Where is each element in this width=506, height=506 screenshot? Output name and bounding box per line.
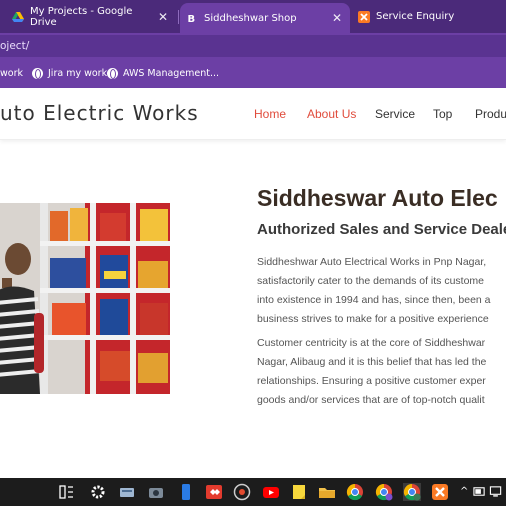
- paragraph-line: goods and/or services that are of top-no…: [257, 394, 485, 406]
- anydesk-icon[interactable]: [205, 483, 223, 501]
- file-explorer-icon[interactable]: [318, 483, 336, 501]
- xampp-icon[interactable]: [431, 483, 449, 501]
- globe-icon: [32, 68, 43, 79]
- paragraph-line: relationships. Ensuring a positive custo…: [257, 375, 486, 387]
- tab-title: Siddheshwar Shop: [204, 12, 297, 24]
- shop-owner-photo: [0, 203, 170, 394]
- about-subheading: Authorized Sales and Service Dealer o: [257, 221, 506, 238]
- tab-google-drive[interactable]: My Projects - Google Drive ✕: [0, 0, 176, 33]
- network-icon[interactable]: [489, 485, 503, 498]
- site-brand[interactable]: uto Electric Works: [0, 101, 199, 125]
- paragraph-line: Siddheshwar Auto Electrical Works in Pnp…: [257, 256, 487, 268]
- about-heading: Siddheswar Auto Elec: [257, 185, 498, 211]
- site-header: uto Electric Works Home About Us Service…: [0, 88, 506, 140]
- close-tab-icon[interactable]: ✕: [158, 10, 168, 24]
- task-view-icon[interactable]: [57, 483, 75, 501]
- about-paragraph-1: Siddheshwar Auto Electrical Works in Pnp…: [257, 253, 506, 329]
- bookmark-label: Jira my work: [48, 68, 108, 79]
- shop-photo-illustration: [0, 203, 170, 394]
- phone-link-icon[interactable]: [177, 483, 195, 501]
- globe-icon: [107, 68, 118, 79]
- nav-top[interactable]: Top: [433, 107, 452, 121]
- bookmark-label: work: [0, 68, 23, 79]
- bookmarks-bar: work Jira my work AWS Management...: [0, 59, 506, 88]
- nav-products[interactable]: Produ: [475, 107, 506, 121]
- close-tab-icon[interactable]: ✕: [332, 11, 342, 25]
- bookmark-label: AWS Management...: [123, 68, 220, 79]
- paragraph-line: business strives to make for a positive …: [257, 313, 489, 325]
- paragraph-line: Customer centricity is at the core of Si…: [257, 337, 486, 349]
- svg-text:B: B: [188, 14, 196, 24]
- nav-home[interactable]: Home: [254, 107, 286, 121]
- media-player-icon[interactable]: [233, 483, 251, 501]
- sticky-notes-icon[interactable]: [290, 483, 308, 501]
- tab-title: Service Enquiry: [376, 11, 455, 22]
- nav-service[interactable]: Service: [375, 107, 415, 121]
- xampp-icon: [358, 10, 370, 23]
- bookmark-aws[interactable]: AWS Management...: [107, 59, 219, 88]
- tab-title: My Projects - Google Drive: [30, 5, 133, 28]
- youtube-icon[interactable]: [262, 483, 280, 501]
- bookmark-jira[interactable]: Jira my work: [32, 59, 107, 88]
- bookmark-work[interactable]: work: [0, 59, 23, 88]
- bootstrap-icon: B: [188, 14, 196, 24]
- about-paragraph-2: Customer centricity is at the core of Si…: [257, 334, 506, 410]
- network-drive-icon[interactable]: [118, 483, 136, 501]
- chrome-profile-icon[interactable]: [375, 483, 393, 501]
- google-drive-icon: [12, 11, 24, 22]
- tab-divider: [178, 10, 179, 24]
- tray-chevron-icon[interactable]: ^: [460, 486, 468, 497]
- paragraph-line: Nagar, Alibaug and it is this belief tha…: [257, 356, 487, 368]
- browser-tab-strip: My Projects - Google Drive ✕ B Siddheshw…: [0, 0, 506, 33]
- paragraph-line: into existence in 1994 and has, since th…: [257, 294, 491, 306]
- browser-toolbar: oject/: [0, 33, 506, 59]
- tab-siddheshwar-shop[interactable]: B Siddheshwar Shop ✕: [180, 3, 350, 33]
- settings-icon[interactable]: [89, 483, 107, 501]
- paragraph-line: satisfactorily cater to the demands of i…: [257, 275, 485, 287]
- tab-service-enquiry[interactable]: Service Enquiry: [356, 0, 506, 33]
- chrome-icon[interactable]: [346, 483, 364, 501]
- chrome-active-icon[interactable]: [403, 483, 421, 501]
- battery-icon[interactable]: [473, 485, 486, 498]
- address-bar[interactable]: oject/: [0, 35, 506, 57]
- camera-icon[interactable]: [147, 483, 165, 501]
- windows-taskbar: ^: [0, 478, 506, 506]
- nav-about-us[interactable]: About Us: [307, 107, 356, 121]
